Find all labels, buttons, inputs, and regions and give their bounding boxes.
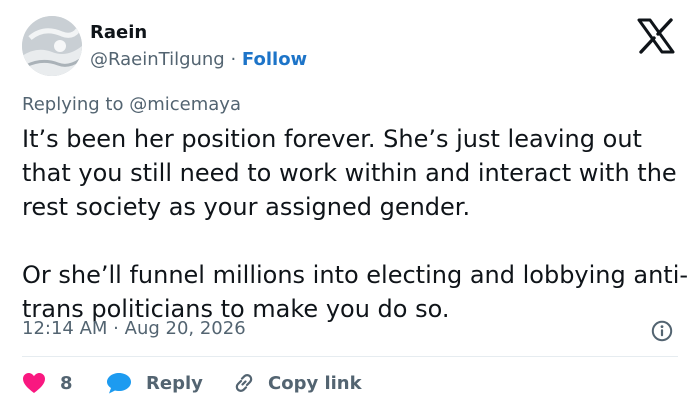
handle-row: @RaeinTilgung · Follow <box>90 49 307 70</box>
like-count: 8 <box>60 372 73 394</box>
replying-to: Replying to @micemaya <box>22 94 241 115</box>
display-name[interactable]: Raein <box>90 22 147 43</box>
link-icon <box>235 374 253 392</box>
tweet-paragraph: Or she’ll funnel millions into electing … <box>22 261 689 323</box>
tweet-card: Raein @RaeinTilgung · Follow Replying to… <box>0 0 700 410</box>
copy-link-label: Copy link <box>268 372 362 394</box>
tweet-time: 12:14 AM <box>22 318 108 339</box>
meta-separator: · <box>107 318 125 339</box>
reply-label: Reply <box>146 372 203 394</box>
tweet-timestamp[interactable]: 12:14 AM · Aug 20, 2026 <box>22 318 246 339</box>
x-logo-icon[interactable] <box>636 18 676 54</box>
copy-link-button[interactable]: Copy link <box>232 366 362 400</box>
follow-button[interactable]: Follow <box>242 49 307 70</box>
avatar-image <box>22 16 82 76</box>
separator-dot: · <box>224 49 242 70</box>
heart-icon <box>23 373 45 393</box>
replying-to-label: Replying to <box>22 94 124 115</box>
replying-to-handle[interactable]: @micemaya <box>129 94 241 115</box>
reply-button[interactable]: Reply <box>106 366 203 400</box>
tweet-date: Aug 20, 2026 <box>124 318 246 339</box>
tweet-paragraph: It’s been her position forever. She’s ju… <box>22 125 677 221</box>
avatar[interactable] <box>22 16 82 76</box>
divider <box>22 356 678 357</box>
like-button[interactable]: 8 <box>22 366 73 400</box>
speech-bubble-icon <box>107 373 131 394</box>
info-icon[interactable] <box>651 320 673 342</box>
tweet-text: It’s been her position forever. She’s ju… <box>22 122 690 326</box>
user-handle[interactable]: @RaeinTilgung <box>90 49 225 70</box>
